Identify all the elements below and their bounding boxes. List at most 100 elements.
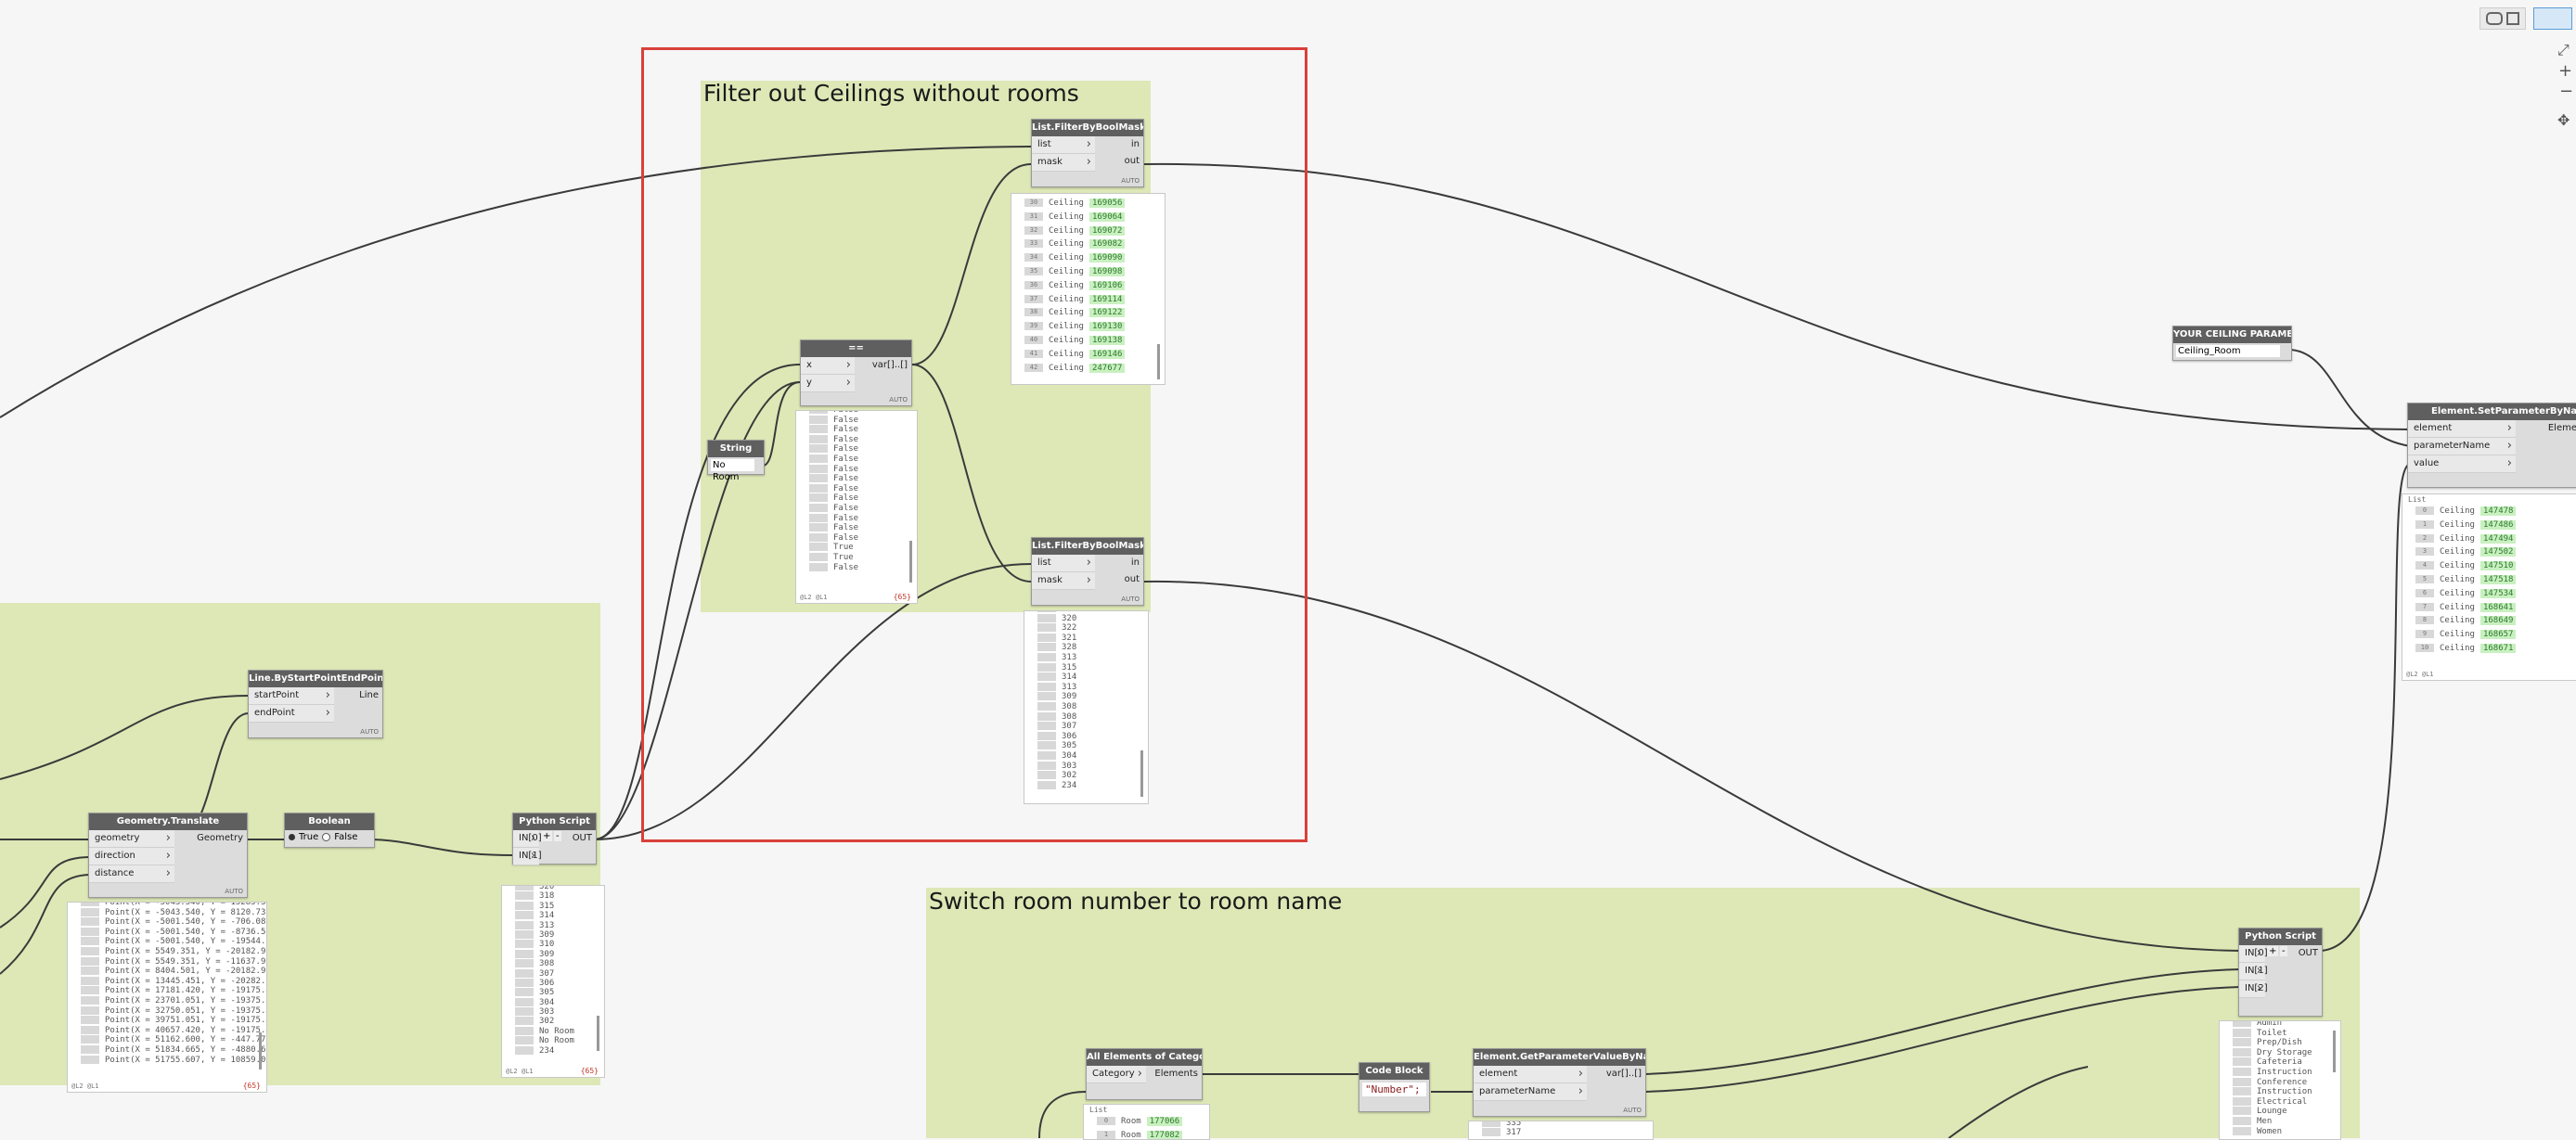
element-id-link[interactable]: 169090 <box>1088 253 1126 263</box>
lacing-label[interactable]: AUTO <box>1121 177 1140 185</box>
true-radio[interactable] <box>289 834 295 840</box>
input-port-in1[interactable]: IN[1] <box>513 848 542 865</box>
output-port-geometry[interactable]: Geometry <box>197 830 243 847</box>
element-id-link[interactable]: 147510 <box>2479 561 2517 571</box>
output-port-out[interactable]: OUT <box>2299 945 2318 962</box>
code-block-editor[interactable]: "Number"; <box>1362 1082 1426 1096</box>
element-id-link[interactable]: 147494 <box>2479 533 2517 544</box>
input-port-in1[interactable]: IN[1] <box>2239 963 2268 980</box>
line-by-start-end-node[interactable]: Line.ByStartPointEndPoint startPoint end… <box>248 670 383 738</box>
preview-equals[interactable]: False False False False False False False False… <box>795 410 918 604</box>
string-node[interactable]: String No Room <box>707 440 765 482</box>
preview-all-elements[interactable]: List 0 Room 177066 1 Room 177082 <box>1083 1104 1210 1140</box>
lacing-label[interactable]: AUTO <box>225 888 243 895</box>
element-id-link[interactable]: 168649 <box>2479 616 2517 626</box>
python-script-node-1[interactable]: Python Script IN[0] IN[1] + - OUT <box>512 813 597 865</box>
filter-by-bool-mask-node-top[interactable]: List.FilterByBoolMask list mask in out A… <box>1031 119 1144 187</box>
lacing-label[interactable]: AUTO <box>1121 596 1140 603</box>
input-port-mask[interactable]: mask <box>1032 572 1095 590</box>
input-port-mask[interactable]: mask <box>1032 154 1095 172</box>
element-id-link[interactable]: 147486 <box>2479 519 2517 530</box>
all-elements-of-category-node[interactable]: All Elements of Category Category Elemen… <box>1086 1048 1203 1100</box>
element-id-link[interactable]: 169064 <box>1088 211 1126 222</box>
preview-python-1[interactable]: 320 318 315 314 313 309 310 309 308 307 306 305 304 3… <box>501 885 605 1078</box>
input-port-in0[interactable]: IN[0] <box>2239 945 2268 963</box>
output-port-out[interactable]: out <box>1125 153 1140 170</box>
output-port-var[interactable]: var[]..[] <box>1606 1066 1642 1082</box>
boolean-node[interactable]: Boolean True False <box>284 813 375 848</box>
element-id-link[interactable]: 177082 <box>1146 1130 1183 1139</box>
remove-input-button[interactable]: - <box>554 831 561 841</box>
zoom-out-icon[interactable]: − <box>2559 82 2573 101</box>
preview-filter-top[interactable]: 30 Ceiling 169056 31 Ceiling 169064 32 Ceiling 1… <box>1011 193 1166 385</box>
element-id-link[interactable]: 177066 <box>1146 1117 1183 1126</box>
input-port-geometry[interactable]: geometry <box>89 830 174 848</box>
input-port-y[interactable]: y <box>801 375 855 392</box>
input-port-end-point[interactable]: endPoint <box>249 705 334 723</box>
element-id-link[interactable]: 147518 <box>2479 574 2517 584</box>
element-id-link[interactable]: 247677 <box>1088 363 1126 373</box>
output-port-elements[interactable]: Elements <box>1154 1066 1198 1082</box>
output-port-element[interactable]: Eleme <box>2548 420 2576 437</box>
pan-icon[interactable]: ✥ <box>2557 111 2570 129</box>
python-script-node-2[interactable]: Python Script IN[0] IN[1] IN[2] + - OUT <box>2238 928 2323 1017</box>
input-port-start-point[interactable]: startPoint <box>249 687 334 705</box>
lacing-label[interactable]: AUTO <box>889 396 908 403</box>
element-id-link[interactable]: 169106 <box>1088 280 1126 290</box>
element-id-link[interactable]: 169138 <box>1088 335 1126 345</box>
input-port-category[interactable]: Category <box>1087 1066 1146 1083</box>
element-id-link[interactable]: 169082 <box>1088 239 1126 250</box>
input-port-in0[interactable]: IN[0] <box>513 830 542 848</box>
preview-get-parameter[interactable]: 335 317 <box>1468 1121 1654 1140</box>
input-port-list[interactable]: list <box>1032 555 1095 572</box>
output-port-in[interactable]: in <box>1131 136 1140 153</box>
element-id-link[interactable]: 168671 <box>2479 643 2517 653</box>
input-port-element[interactable]: element <box>1474 1066 1587 1083</box>
remove-input-button[interactable]: - <box>2280 946 2287 956</box>
element-id-link[interactable]: 168641 <box>2479 602 2517 612</box>
add-input-button[interactable]: + <box>541 831 553 841</box>
element-id-link[interactable]: 169056 <box>1088 199 1126 208</box>
preview-set-parameter[interactable]: List 0 Ceiling 147478 1 Ceiling 147486 2 Ceilin… <box>2402 493 2576 681</box>
element-id-link[interactable]: 147502 <box>2479 547 2517 557</box>
ceiling-parameter-node[interactable]: YOUR CEILING PARAMETER Ceiling_Room <box>2172 326 2292 361</box>
output-port-line[interactable]: Line <box>359 687 379 704</box>
preview-python-2[interactable]: Admin Toilet Prep/Dish Dry Storage Cafeteria… <box>2219 1020 2341 1140</box>
false-radio[interactable] <box>322 833 331 841</box>
graph-view-icon[interactable] <box>2533 7 2572 30</box>
background-view-icon[interactable] <box>2506 12 2519 25</box>
preview-filter-bottom[interactable]: 3153203223213283133153143133093083083073… <box>1024 610 1149 804</box>
input-port-element[interactable]: element <box>2408 420 2516 438</box>
element-id-link[interactable]: 169098 <box>1088 266 1126 276</box>
add-input-button[interactable]: + <box>2267 946 2279 956</box>
input-port-direction[interactable]: direction <box>89 848 174 865</box>
set-parameter-by-name-node[interactable]: Element.SetParameterByName element param… <box>2407 403 2576 488</box>
element-id-link[interactable]: 169130 <box>1088 322 1126 332</box>
output-port-out[interactable]: out <box>1125 571 1140 588</box>
element-id-link[interactable]: 147534 <box>2479 588 2517 598</box>
output-port-out[interactable]: OUT <box>573 830 592 847</box>
filter-by-bool-mask-node-bottom[interactable]: List.FilterByBoolMask list mask in out A… <box>1031 537 1144 606</box>
equals-node[interactable]: == x y var[]..[] AUTO <box>800 339 912 406</box>
input-port-parameter-name[interactable]: parameterName <box>2408 438 2516 455</box>
lacing-label[interactable]: AUTO <box>360 728 379 736</box>
input-port-distance[interactable]: distance <box>89 865 174 883</box>
input-port-list[interactable]: list <box>1032 136 1095 154</box>
input-port-value[interactable]: value <box>2408 455 2516 473</box>
zoom-in-icon[interactable]: + <box>2558 61 2572 81</box>
output-port-var[interactable]: var[]..[] <box>872 357 908 374</box>
input-port-parameter-name[interactable]: parameterName <box>1474 1083 1587 1101</box>
zoom-to-fit-icon[interactable]: ⤢ <box>2557 41 2570 59</box>
input-port-x[interactable]: x <box>801 357 855 375</box>
input-port-in2[interactable]: IN[2] <box>2239 980 2268 998</box>
get-parameter-value-by-name-node[interactable]: Element.GetParameterValueByName element … <box>1473 1048 1646 1117</box>
geometry-translate-node[interactable]: Geometry.Translate geometry direction di… <box>88 813 248 898</box>
element-id-link[interactable]: 169146 <box>1088 349 1126 359</box>
lacing-label[interactable]: AUTO <box>1623 1107 1642 1114</box>
element-id-link[interactable]: 169114 <box>1088 294 1126 304</box>
code-block-node[interactable]: Code Block "Number"; <box>1359 1062 1430 1112</box>
output-port-in[interactable]: in <box>1131 555 1140 571</box>
element-id-link[interactable]: 169122 <box>1088 308 1126 318</box>
ceiling-parameter-input[interactable]: Ceiling_Room <box>2176 345 2280 357</box>
view-toggle-group[interactable] <box>2479 7 2526 30</box>
